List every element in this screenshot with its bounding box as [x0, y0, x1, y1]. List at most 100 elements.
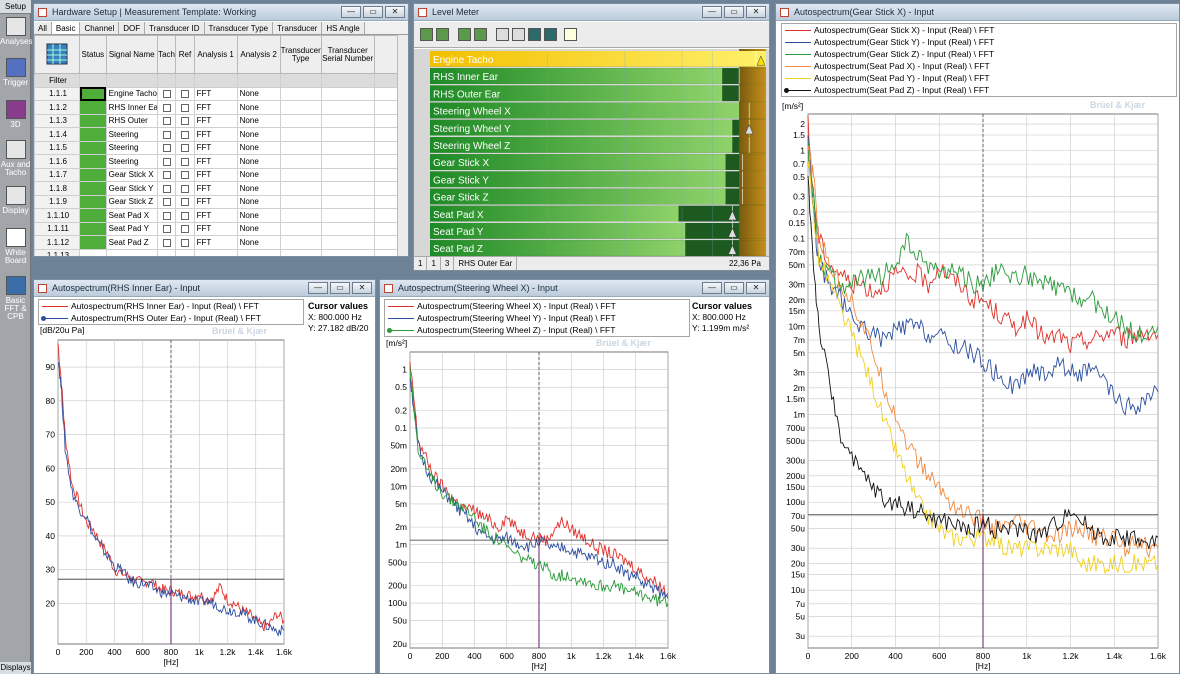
- analysis-2[interactable]: [236, 248, 281, 256]
- table-row[interactable]: 1.1.13: [34, 248, 408, 256]
- ref-cell[interactable]: [175, 194, 195, 209]
- maximize-button[interactable]: ▭: [724, 6, 744, 18]
- ref-checkbox[interactable]: [181, 238, 190, 247]
- level-meter-titlebar[interactable]: Level Meter — ▭ ✕: [414, 4, 769, 21]
- analysis-1[interactable]: FFT: [193, 181, 238, 196]
- legend-entry[interactable]: Autospectrum(Seat Pad Y) - Input (Real) …: [782, 72, 1176, 84]
- signal-name[interactable]: Gear Stick Y: [105, 181, 158, 196]
- analysis-2[interactable]: None: [236, 235, 281, 250]
- tach-cell[interactable]: [156, 208, 177, 223]
- filter-row[interactable]: Filter: [34, 73, 408, 88]
- analysis-1[interactable]: FFT: [193, 154, 238, 169]
- analysis-1[interactable]: FFT: [193, 235, 238, 250]
- transducer-serial[interactable]: [320, 248, 375, 256]
- table-row[interactable]: 1.1.5 Steering FFT None: [34, 140, 408, 155]
- legend-entry[interactable]: Autospectrum(Seat Pad X) - Input (Real) …: [782, 60, 1176, 72]
- analysis-2[interactable]: None: [236, 127, 281, 142]
- analysis-1[interactable]: FFT: [193, 86, 238, 101]
- transducer-serial[interactable]: [320, 181, 375, 196]
- analysis-2[interactable]: None: [236, 86, 281, 101]
- maximize-button[interactable]: ▭: [724, 282, 744, 294]
- transducer-serial[interactable]: [320, 154, 375, 169]
- ref-checkbox[interactable]: [181, 157, 190, 166]
- vertical-scrollbar[interactable]: [397, 35, 408, 256]
- cursor-icon[interactable]: [496, 28, 509, 41]
- tach-checkbox[interactable]: [162, 90, 171, 99]
- legend-entry[interactable]: Autospectrum(Gear Stick X) - Input (Real…: [782, 24, 1176, 36]
- col-analysis-1[interactable]: Analysis 1: [193, 35, 238, 74]
- legend-entry[interactable]: Autospectrum(Steering Wheel Z) - Input (…: [385, 324, 689, 336]
- table-row[interactable]: 1.1.9 Gear Stick Z FFT None: [34, 194, 408, 209]
- transducer-serial[interactable]: [320, 167, 375, 182]
- analysis-2[interactable]: None: [236, 194, 281, 209]
- signal-name[interactable]: Steering: [105, 127, 158, 142]
- toolbar-item-aux-tacho[interactable]: Aux and Tacho: [0, 140, 31, 177]
- toolbar-item-3d[interactable]: 3D: [0, 100, 31, 129]
- table-row[interactable]: 1.1.6 Steering FFT None: [34, 154, 408, 169]
- col-status[interactable]: Status: [79, 35, 107, 74]
- signal-name[interactable]: RHS Outer: [105, 113, 158, 128]
- analysis-1[interactable]: [193, 248, 238, 256]
- table-row[interactable]: 1.1.12 Seat Pad Z FFT None: [34, 235, 408, 250]
- transducer-type[interactable]: [279, 113, 322, 128]
- signal-name[interactable]: Steering: [105, 140, 158, 155]
- toolbar-footer[interactable]: Displays: [0, 662, 31, 674]
- reset-icon[interactable]: [474, 28, 487, 41]
- signal-name[interactable]: Seat Pad Y: [105, 221, 158, 236]
- analysis-1[interactable]: FFT: [193, 100, 238, 115]
- ref-checkbox[interactable]: [181, 103, 190, 112]
- layers-icon[interactable]: [544, 28, 557, 41]
- legend-entry[interactable]: Autospectrum(Steering Wheel Y) - Input (…: [385, 312, 689, 324]
- ref-checkbox[interactable]: [181, 211, 190, 220]
- transducer-type[interactable]: [279, 248, 322, 256]
- analysis-1[interactable]: FFT: [193, 221, 238, 236]
- transducer-serial[interactable]: [320, 208, 375, 223]
- col-tach[interactable]: Tach: [156, 35, 177, 74]
- tach-cell[interactable]: [156, 181, 177, 196]
- transducer-serial[interactable]: [320, 100, 375, 115]
- col-analysis-2[interactable]: Analysis 2: [236, 35, 281, 74]
- transducer-type[interactable]: [279, 100, 322, 115]
- legend-entry[interactable]: Autospectrum(Seat Pad Z) - Input (Real) …: [782, 84, 1176, 96]
- tach-cell[interactable]: [156, 221, 177, 236]
- tach-checkbox[interactable]: [162, 211, 171, 220]
- signal-name[interactable]: Seat Pad Z: [105, 235, 158, 250]
- ref-checkbox[interactable]: [181, 225, 190, 234]
- close-button[interactable]: ✕: [746, 6, 766, 18]
- legend-entry[interactable]: Autospectrum(RHS Inner Ear) - Input (Rea…: [39, 300, 303, 312]
- tab-transducer-id[interactable]: Transducer ID: [145, 22, 205, 34]
- analysis-2[interactable]: None: [236, 140, 281, 155]
- ref-cell[interactable]: [175, 86, 195, 101]
- ref-cell[interactable]: [175, 154, 195, 169]
- signal-name[interactable]: Seat Pad X: [105, 208, 158, 223]
- tach-cell[interactable]: [156, 100, 177, 115]
- analysis-2[interactable]: None: [236, 100, 281, 115]
- tab-hs-angle[interactable]: HS Angle: [322, 22, 365, 34]
- analysis-2[interactable]: None: [236, 208, 281, 223]
- toolbar-item-basic-fft-cpb[interactable]: Basic FFT & CPB: [0, 276, 31, 321]
- signal-name[interactable]: RHS Inner Ear: [105, 100, 158, 115]
- ref-checkbox[interactable]: [181, 130, 190, 139]
- analysis-1[interactable]: FFT: [193, 194, 238, 209]
- analysis-2[interactable]: None: [236, 221, 281, 236]
- ref-checkbox[interactable]: [181, 184, 190, 193]
- minimize-button[interactable]: —: [341, 6, 361, 18]
- tach-checkbox[interactable]: [162, 144, 171, 153]
- table-row[interactable]: 1.1.11 Seat Pad Y FFT None: [34, 221, 408, 236]
- tab-transducer-type[interactable]: Transducer Type: [204, 22, 274, 34]
- table-row[interactable]: 1.1.2 RHS Inner Ear FFT None: [34, 100, 408, 115]
- tach-checkbox[interactable]: [162, 238, 171, 247]
- minimize-button[interactable]: —: [702, 6, 722, 18]
- toolbar-header[interactable]: Setup: [0, 0, 31, 14]
- table-row[interactable]: 1.1.1 Engine Tacho FFT None: [34, 86, 408, 101]
- table-row[interactable]: 1.1.8 Gear Stick Y FFT None: [34, 181, 408, 196]
- scale-icon[interactable]: [512, 28, 525, 41]
- analysis-1[interactable]: FFT: [193, 140, 238, 155]
- transducer-type[interactable]: [279, 208, 322, 223]
- transducer-serial[interactable]: [320, 127, 375, 142]
- tach-checkbox[interactable]: [162, 117, 171, 126]
- ref-cell[interactable]: [175, 167, 195, 182]
- peak-hold-icon[interactable]: [458, 28, 471, 41]
- table-row[interactable]: 1.1.7 Gear Stick X FFT None: [34, 167, 408, 182]
- tach-checkbox[interactable]: [162, 184, 171, 193]
